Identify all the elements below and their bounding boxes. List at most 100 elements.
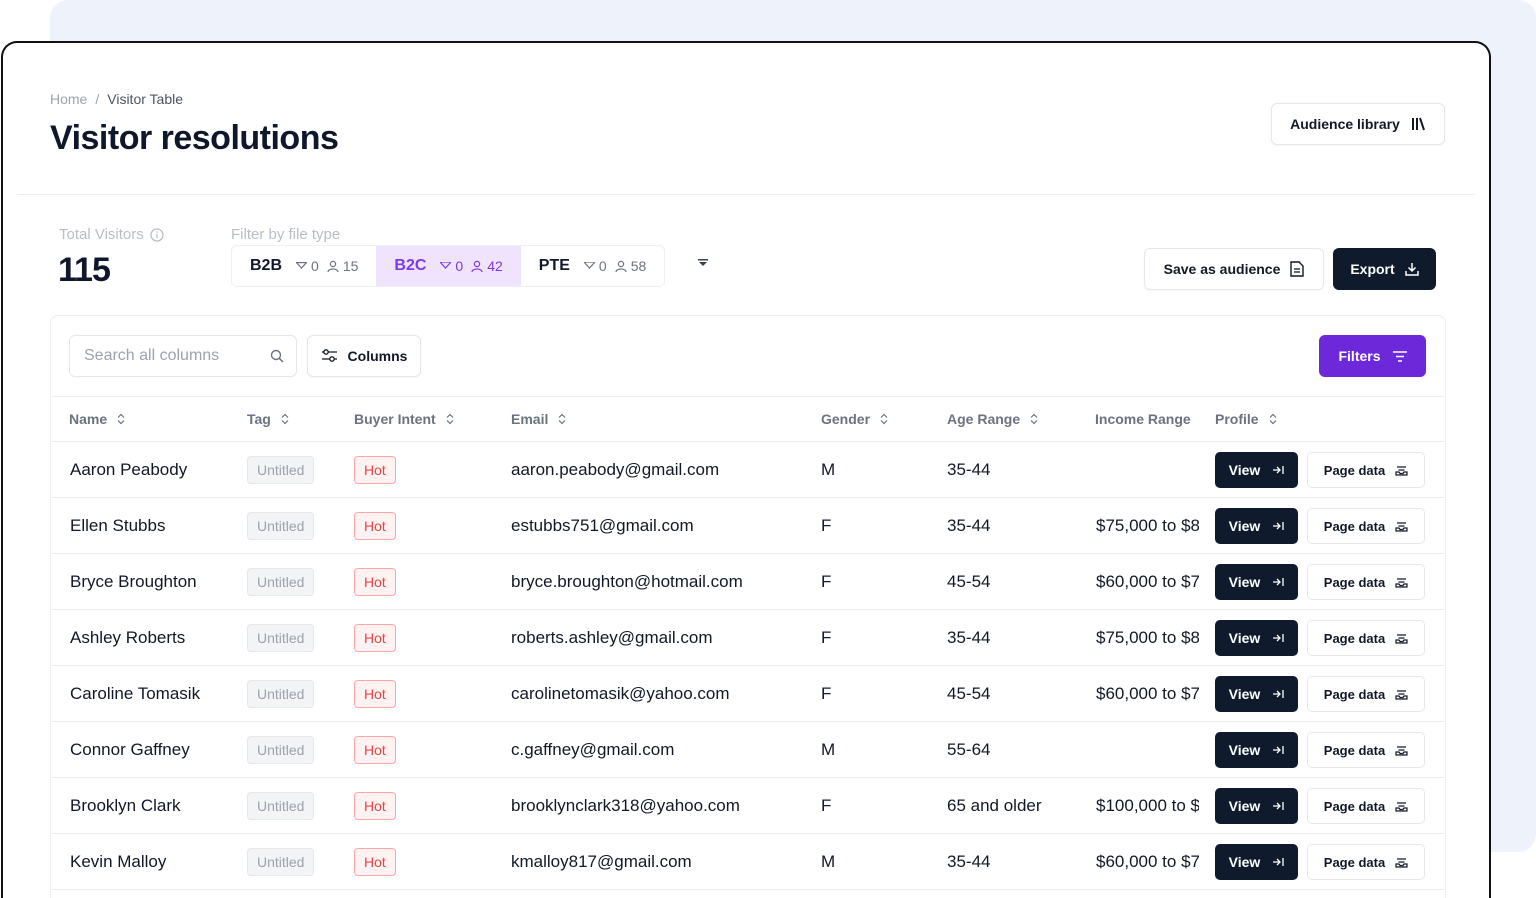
page-data-label: Page data [1323,742,1386,758]
column-header-label: Name [69,411,108,427]
tag-badge[interactable]: Untitled [247,792,315,820]
arrow-to-line-icon [1272,464,1284,476]
column-header-label: Gender [821,411,871,427]
view-label: View [1228,798,1261,814]
filter-icon [440,261,452,269]
column-header-label: Tag [247,411,271,427]
view-profile-button[interactable]: View [1215,844,1298,880]
column-header-profile[interactable]: Profile [1215,411,1277,427]
visitor-age-range: 45-54 [947,684,991,703]
page-data-button[interactable]: Page data [1307,844,1425,880]
table-row: Ellen Stubbs Untitled Hot estubbs751@gma… [51,498,1445,554]
page-data-button[interactable]: Page data [1307,732,1425,768]
search-input[interactable]: Search all columns [69,335,297,377]
column-header-label: Income Range [1095,411,1191,427]
filter-count-value: 0 [455,258,464,274]
page-data-button[interactable]: Page data [1307,564,1425,600]
view-profile-button[interactable]: View [1215,620,1298,656]
sort-icon[interactable] [446,413,454,425]
column-header-name[interactable]: Name [69,411,125,427]
file-type-tab-active[interactable]: B2C 0 42 [376,246,521,286]
audience-library-label: Audience library [1290,116,1400,132]
visitor-gender: M [821,852,836,871]
save-as-audience-button[interactable]: Save as audience [1144,248,1324,290]
page-data-button[interactable]: Page data [1307,508,1425,544]
search-placeholder: Search all columns [84,347,220,364]
tag-badge[interactable]: Untitled [247,568,315,596]
filter-count: 0 [296,258,319,274]
page-data-icon [1395,464,1408,476]
sort-icon[interactable] [1269,413,1277,425]
page-data-icon [1395,688,1408,700]
visitor-email: aaron.peabody@gmail.com [511,460,720,479]
sort-icon[interactable] [117,413,125,425]
view-label: View [1228,630,1261,646]
tag-badge[interactable]: Untitled [247,456,315,484]
sort-icon[interactable] [558,413,566,425]
file-type-tab[interactable]: PTE 0 58 [521,246,664,286]
total-visitors-label: Total Visitors [59,226,164,243]
tag-badge[interactable]: Untitled [247,848,315,876]
file-type-dropdown-caret-icon[interactable] [697,257,709,269]
breadcrumb-separator: / [95,91,100,107]
column-header-label: Buyer Intent [354,411,436,427]
view-profile-button[interactable]: View [1215,676,1298,712]
page-data-button[interactable]: Page data [1307,788,1425,824]
visitor-income-range: $60,000 to $7 [1096,852,1199,871]
view-profile-button[interactable]: View [1215,564,1298,600]
page-title: Visitor resolutions [50,119,339,157]
sort-icon[interactable] [1030,413,1038,425]
people-count-value: 42 [487,258,503,274]
sort-icon[interactable] [281,413,289,425]
column-header-tag[interactable]: Tag [247,411,289,427]
table-row: Connor Gaffney Untitled Hot c.gaffney@gm… [51,722,1445,778]
column-header-buyer-intent[interactable]: Buyer Intent [354,411,454,427]
app-window: Home / Visitor Table Visitor resolutions… [1,41,1491,898]
visitor-age-range: 45-54 [947,572,991,591]
audience-library-button[interactable]: Audience library [1271,103,1445,145]
view-profile-button[interactable]: View [1215,732,1298,768]
column-header-income-range: Income Range [1095,411,1191,427]
person-icon [327,260,339,272]
buyer-intent-badge: Hot [354,512,396,540]
column-header-email[interactable]: Email [511,411,566,427]
buyer-intent-badge: Hot [354,680,396,708]
column-header-age-range[interactable]: Age Range [947,411,1038,427]
visitor-email: kmalloy817@gmail.com [511,852,692,871]
page-data-button[interactable]: Page data [1307,676,1425,712]
tag-badge[interactable]: Untitled [247,736,315,764]
export-button[interactable]: Export [1333,248,1436,290]
view-profile-button[interactable]: View [1215,452,1298,488]
tag-badge[interactable]: Untitled [247,680,315,708]
page-data-button[interactable]: Page data [1307,620,1425,656]
arrow-to-line-icon [1272,520,1284,532]
visitor-age-range: 65 and older [947,796,1042,815]
visitor-income-range: $60,000 to $7 [1096,684,1199,703]
page-data-button[interactable]: Page data [1307,452,1425,488]
visitor-name: Kevin Malloy [70,852,167,871]
filters-button[interactable]: Filters [1319,335,1426,377]
page-data-label: Page data [1323,798,1386,814]
buyer-intent-badge: Hot [354,848,396,876]
sort-icon[interactable] [880,413,888,425]
person-icon [615,260,627,272]
people-count-value: 58 [630,258,647,274]
tag-badge[interactable]: Untitled [247,512,315,540]
page-data-label: Page data [1323,854,1386,870]
view-profile-button[interactable]: View [1215,508,1298,544]
page-data-label: Page data [1323,574,1386,590]
tag-badge[interactable]: Untitled [247,624,315,652]
search-icon [270,349,284,363]
file-type-tab[interactable]: B2B 0 15 [232,246,376,286]
page-data-label: Page data [1323,686,1386,702]
columns-button[interactable]: Columns [307,335,421,377]
visitor-gender: F [821,572,832,591]
filter-icon [296,261,308,269]
column-header-gender[interactable]: Gender [821,411,888,427]
visitor-name: Caroline Tomasik [70,684,201,703]
breadcrumb-home[interactable]: Home [50,91,87,107]
view-profile-button[interactable]: View [1215,788,1298,824]
header-divider [17,194,1475,195]
view-label: View [1228,686,1261,702]
info-icon[interactable] [150,227,164,242]
